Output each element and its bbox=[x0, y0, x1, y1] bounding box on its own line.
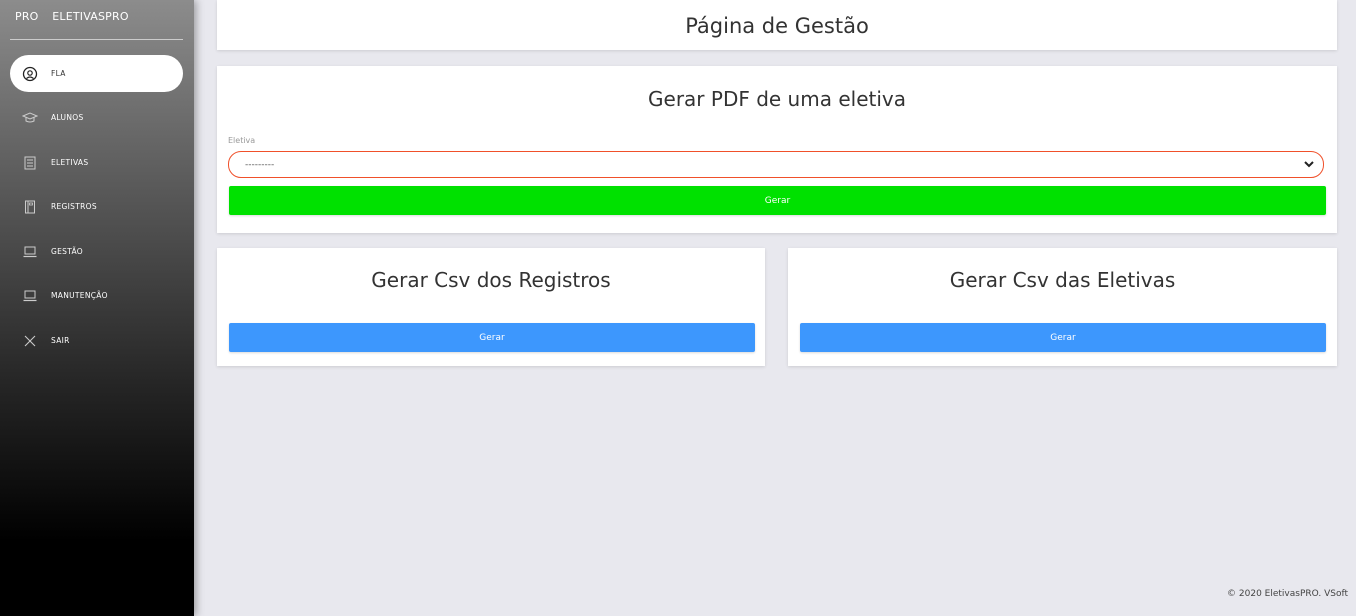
user-circle-icon bbox=[21, 65, 39, 83]
generate-pdf-button[interactable]: Gerar bbox=[229, 186, 1326, 215]
pdf-card: Gerar PDF de uma eletiva Eletiva -------… bbox=[217, 66, 1337, 233]
sidebar-item-label: REGISTROS bbox=[51, 202, 97, 211]
sidebar-item-eletivas[interactable]: ELETIVAS bbox=[10, 144, 183, 181]
sidebar-item-label: MANUTENÇÃO bbox=[51, 291, 108, 300]
sidebar-item-gestao[interactable]: GESTÃO bbox=[10, 233, 183, 270]
sidebar-item-fla[interactable]: FLA bbox=[10, 55, 183, 92]
eletiva-label: Eletiva bbox=[228, 136, 256, 145]
sidebar-item-manutencao[interactable]: MANUTENÇÃO bbox=[10, 277, 183, 314]
sidebar-item-registros[interactable]: REGISTROS bbox=[10, 188, 183, 225]
csv-eletivas-card: Gerar Csv das Eletivas Gerar bbox=[788, 248, 1337, 366]
pdf-card-title: Gerar PDF de uma eletiva bbox=[648, 87, 906, 111]
brand-name[interactable]: ELETIVASPRO bbox=[52, 10, 128, 23]
notebook-icon bbox=[21, 198, 39, 216]
graduation-cap-icon bbox=[21, 109, 39, 127]
csv-registros-card: Gerar Csv dos Registros Gerar bbox=[217, 248, 765, 366]
brand-mini[interactable]: PRO bbox=[15, 10, 39, 23]
laptop-icon bbox=[21, 287, 39, 305]
sidebar-divider bbox=[10, 39, 183, 40]
page-title: Página de Gestão bbox=[685, 14, 869, 38]
generate-csv-eletivas-button[interactable]: Gerar bbox=[800, 323, 1326, 352]
csv-registros-title: Gerar Csv dos Registros bbox=[371, 268, 611, 292]
sidebar-item-label: ALUNOS bbox=[51, 113, 84, 122]
sidebar-item-label: FLA bbox=[51, 69, 66, 78]
document-list-icon bbox=[21, 154, 39, 172]
sidebar-item-label: GESTÃO bbox=[51, 247, 84, 256]
sidebar-item-label: ELETIVAS bbox=[51, 158, 89, 167]
brand[interactable]: PRO ELETIVASPRO bbox=[15, 10, 129, 23]
chevron-down-icon bbox=[1303, 158, 1315, 170]
sidebar-item-label: SAIR bbox=[51, 336, 70, 345]
sidebar-item-sair[interactable]: SAIR bbox=[10, 322, 183, 359]
close-icon bbox=[21, 332, 39, 350]
sidebar-item-alunos[interactable]: ALUNOS bbox=[10, 99, 183, 136]
generate-csv-registros-button[interactable]: Gerar bbox=[229, 323, 755, 352]
eletiva-select[interactable]: --------- bbox=[228, 151, 1324, 178]
eletiva-select-value: --------- bbox=[245, 159, 275, 170]
laptop-icon bbox=[21, 243, 39, 261]
csv-eletivas-title: Gerar Csv das Eletivas bbox=[949, 268, 1176, 292]
footer-copyright: © 2020 EletivasPRO. VSoft bbox=[1227, 589, 1348, 599]
sidebar: PRO ELETIVASPRO FLA ALUNOS ELETIVAS REGI… bbox=[0, 0, 194, 616]
header-card: Página de Gestão bbox=[217, 0, 1337, 50]
